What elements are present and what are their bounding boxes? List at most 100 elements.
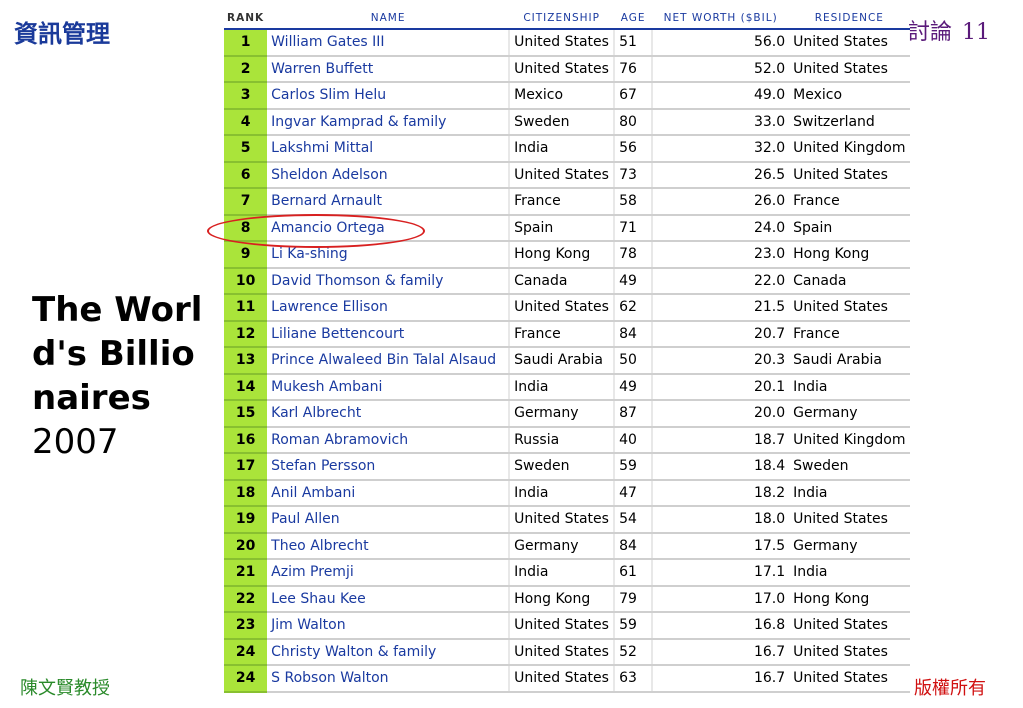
- cell-name[interactable]: Theo Albrecht: [267, 532, 510, 560]
- cell-net-worth: 26.5: [651, 161, 790, 189]
- cell-age: 40: [613, 426, 653, 454]
- cell-name[interactable]: David Thomson & family: [267, 267, 510, 295]
- table-row: 2 Warren Buffett United States 76 52.0 United…: [224, 55, 910, 83]
- header-right-text: 討論: [908, 20, 953, 45]
- col-rank-header: RANK: [224, 8, 268, 30]
- table-row: 17 Stefan Persson Sweden 59 18.4 Sweden: [224, 453, 910, 481]
- cell-net-worth: 18.7: [651, 426, 790, 454]
- cell-net-worth: 26.0: [651, 188, 790, 216]
- table-row: 20 Theo Albrecht Germany 84 17.5 Germany: [224, 532, 910, 560]
- cell-citizenship: India: [508, 479, 615, 507]
- cell-age: 51: [613, 29, 653, 57]
- cell-net-worth: 16.7: [651, 665, 790, 693]
- cell-citizenship: Sweden: [508, 108, 615, 136]
- cell-name[interactable]: Mukesh Ambani: [267, 373, 510, 401]
- cell-rank: 18: [224, 479, 268, 507]
- cell-age: 67: [613, 82, 653, 110]
- billionaires-table-container: RANK NAME CITIZENSHIP AGE NET WORTH ($BI…: [224, 8, 910, 693]
- cell-net-worth: 16.7: [651, 638, 790, 666]
- table-row: 19 Paul Allen United States 54 18.0 United St…: [224, 506, 910, 534]
- cell-name[interactable]: Bernard Arnault: [267, 188, 510, 216]
- page-number: 11: [962, 20, 991, 45]
- cell-age: 84: [613, 532, 653, 560]
- cell-net-worth: 32.0: [651, 135, 790, 163]
- cell-name[interactable]: Roman Abramovich: [267, 426, 510, 454]
- cell-citizenship: France: [508, 320, 615, 348]
- cell-name[interactable]: Amancio Ortega: [267, 214, 510, 242]
- cell-name[interactable]: Liliane Bettencourt: [267, 320, 510, 348]
- copyright-notice: 版權所有: [914, 678, 986, 699]
- cell-net-worth: 20.3: [651, 347, 790, 375]
- cell-name[interactable]: Ingvar Kamprad & family: [267, 108, 510, 136]
- cell-rank: 4: [224, 108, 268, 136]
- table-row: 18 Anil Ambani India 47 18.2 India: [224, 479, 910, 507]
- cell-rank: 8: [224, 214, 268, 242]
- cell-rank: 11: [224, 294, 268, 322]
- cell-net-worth: 22.0: [651, 267, 790, 295]
- header-right: 討論 11: [908, 14, 990, 46]
- cell-rank: 10: [224, 267, 268, 295]
- cell-name[interactable]: Karl Albrecht: [267, 400, 510, 428]
- table-row: 24 S Robson Walton United States 63 16.7 Unit…: [224, 665, 910, 693]
- cell-name[interactable]: Sheldon Adelson: [267, 161, 510, 189]
- cell-citizenship: Spain: [508, 214, 615, 242]
- slide-title: The World's Billionaires 2007: [32, 288, 217, 464]
- table-row: 8 Amancio Ortega Spain 71 24.0 Spain: [224, 214, 910, 242]
- cell-citizenship: Russia: [508, 426, 615, 454]
- cell-residence: United States: [789, 506, 910, 534]
- table-row: 24 Christy Walton & family United States 52…: [224, 638, 910, 666]
- cell-rank: 19: [224, 506, 268, 534]
- cell-name[interactable]: Lee Shau Kee: [267, 585, 510, 613]
- cell-citizenship: Saudi Arabia: [508, 347, 615, 375]
- cell-age: 59: [613, 612, 653, 640]
- cell-net-worth: 17.1: [651, 559, 790, 587]
- cell-name[interactable]: Lakshmi Mittal: [267, 135, 510, 163]
- cell-rank: 24: [224, 665, 268, 693]
- cell-residence: Sweden: [789, 453, 910, 481]
- cell-net-worth: 18.2: [651, 479, 790, 507]
- course-title: 資訊管理: [14, 19, 110, 48]
- cell-age: 59: [613, 453, 653, 481]
- cell-citizenship: Sweden: [508, 453, 615, 481]
- cell-citizenship: India: [508, 373, 615, 401]
- table-row: 3 Carlos Slim Helu Mexico 67 49.0 Mexico: [224, 82, 910, 110]
- cell-name[interactable]: Stefan Persson: [267, 453, 510, 481]
- cell-name[interactable]: Christy Walton & family: [267, 638, 510, 666]
- cell-name[interactable]: Anil Ambani: [267, 479, 510, 507]
- cell-name[interactable]: Li Ka-shing: [267, 241, 510, 269]
- cell-name[interactable]: William Gates III: [267, 29, 510, 57]
- cell-citizenship: United States: [508, 665, 615, 693]
- cell-age: 47: [613, 479, 653, 507]
- cell-net-worth: 24.0: [651, 214, 790, 242]
- cell-name[interactable]: Azim Premji: [267, 559, 510, 587]
- cell-net-worth: 56.0: [651, 29, 790, 57]
- cell-name[interactable]: S Robson Walton: [267, 665, 510, 693]
- cell-net-worth: 17.0: [651, 585, 790, 613]
- cell-residence: United States: [789, 294, 910, 322]
- cell-name[interactable]: Paul Allen: [267, 506, 510, 534]
- table-row: 4 Ingvar Kamprad & family Sweden 80 33.0 Swit…: [224, 108, 910, 136]
- billionaires-table: RANK NAME CITIZENSHIP AGE NET WORTH ($BI…: [224, 8, 910, 693]
- cell-residence: Canada: [789, 267, 910, 295]
- cell-citizenship: Germany: [508, 532, 615, 560]
- cell-residence: Germany: [789, 400, 910, 428]
- cell-net-worth: 21.5: [651, 294, 790, 322]
- cell-citizenship: Canada: [508, 267, 615, 295]
- cell-citizenship: United States: [508, 638, 615, 666]
- cell-residence: Hong Kong: [789, 585, 910, 613]
- cell-residence: Switzerland: [789, 108, 910, 136]
- cell-rank: 20: [224, 532, 268, 560]
- cell-name[interactable]: Warren Buffett: [267, 55, 510, 83]
- cell-name[interactable]: Jim Walton: [267, 612, 510, 640]
- cell-net-worth: 20.1: [651, 373, 790, 401]
- cell-residence: United States: [789, 161, 910, 189]
- cell-name[interactable]: Prince Alwaleed Bin Talal Alsaud: [267, 347, 510, 375]
- cell-citizenship: United States: [508, 506, 615, 534]
- cell-rank: 16: [224, 426, 268, 454]
- cell-age: 50: [613, 347, 653, 375]
- cell-rank: 23: [224, 612, 268, 640]
- cell-name[interactable]: Lawrence Ellison: [267, 294, 510, 322]
- cell-age: 49: [613, 373, 653, 401]
- cell-name[interactable]: Carlos Slim Helu: [267, 82, 510, 110]
- cell-residence: Germany: [789, 532, 910, 560]
